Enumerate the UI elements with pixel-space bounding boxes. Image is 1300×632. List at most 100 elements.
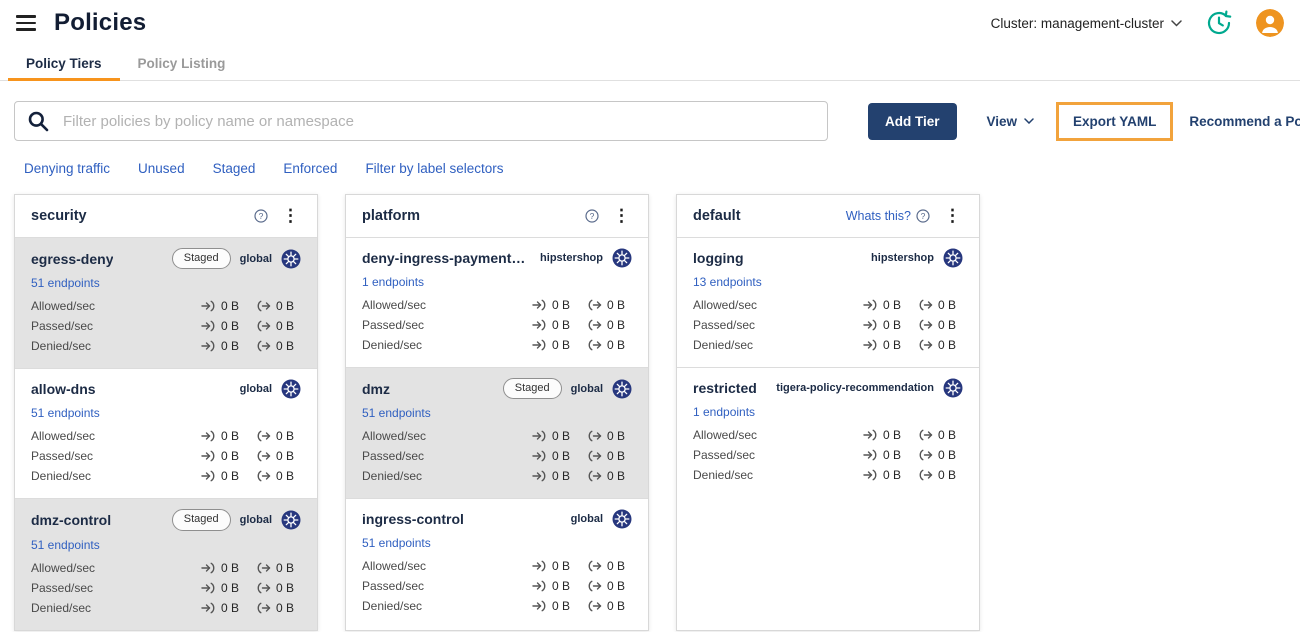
stat-label: Denied/sec (362, 599, 423, 614)
endpoints-link[interactable]: 51 endpoints (31, 276, 100, 290)
policy-scope-label: global (239, 514, 272, 527)
egress-icon (587, 339, 602, 351)
stat-row: Allowed/sec 0 B 0 B (693, 425, 963, 445)
policy-name: deny-ingress-paymentservi... (362, 250, 533, 266)
cluster-label: Cluster: management-cluster (990, 15, 1164, 31)
view-dropdown[interactable]: View (981, 113, 1041, 130)
tier-name: default (693, 207, 741, 224)
stat-label: Denied/sec (362, 469, 423, 484)
svg-text:?: ? (259, 211, 264, 221)
egress-value: 0 B (938, 318, 957, 332)
egress-icon (587, 430, 602, 442)
endpoints-link[interactable]: 51 endpoints (31, 406, 100, 420)
ingress-value: 0 B (883, 298, 902, 312)
filter-filter-by-label-selectors[interactable]: Filter by label selectors (365, 161, 503, 176)
ingress-value: 0 B (221, 600, 240, 615)
kebab-menu-icon[interactable]: ⋮ (611, 207, 632, 224)
menu-icon[interactable] (16, 15, 36, 31)
egress-value: 0 B (607, 599, 626, 614)
export-yaml-button[interactable]: Export YAML (1063, 108, 1166, 135)
egress-value: 0 B (276, 299, 295, 314)
stat-label: Allowed/sec (31, 560, 96, 575)
ingress-icon (532, 299, 547, 311)
filter-unused[interactable]: Unused (138, 161, 185, 176)
policy-card-allow-dns[interactable]: allow-dns global 51 endpoints Allowed/se… (15, 368, 317, 498)
stat-label: Passed/sec (31, 319, 94, 334)
endpoints-link[interactable]: 51 endpoints (31, 538, 100, 552)
policy-name: logging (693, 250, 744, 266)
egress-value: 0 B (607, 559, 626, 574)
endpoints-link[interactable]: 13 endpoints (693, 275, 762, 289)
egress-icon (256, 430, 271, 442)
filter-denying-traffic[interactable]: Denying traffic (24, 161, 110, 176)
history-icon[interactable] (1204, 8, 1234, 38)
ingress-value: 0 B (221, 319, 240, 334)
policy-name: allow-dns (31, 381, 96, 398)
egress-value: 0 B (276, 600, 295, 615)
whats-this-link[interactable]: ? (580, 208, 599, 223)
egress-value: 0 B (938, 298, 957, 312)
avatar[interactable] (1256, 9, 1284, 37)
endpoints-link[interactable]: 51 endpoints (362, 536, 431, 550)
stat-row: Denied/sec 0 B 0 B (362, 596, 632, 616)
endpoints-link[interactable]: 51 endpoints (362, 406, 431, 420)
egress-value: 0 B (276, 469, 295, 484)
ingress-value: 0 B (221, 580, 240, 595)
stat-label: Allowed/sec (362, 298, 427, 312)
ingress-icon (863, 469, 878, 481)
cluster-selector[interactable]: Cluster: management-cluster (991, 16, 1182, 31)
egress-icon (587, 560, 602, 572)
ingress-value: 0 B (221, 469, 240, 484)
stat-row: Denied/sec 0 B 0 B (693, 335, 963, 355)
filter-staged[interactable]: Staged (213, 161, 256, 176)
whats-this-link[interactable]: ? (249, 208, 268, 223)
tier-header: platform ? ⋮ (346, 195, 648, 237)
stat-label: Denied/sec (362, 338, 423, 352)
stat-row: Passed/sec 0 B 0 B (362, 576, 632, 596)
egress-value: 0 B (607, 318, 626, 332)
tier-header: default Whats this? ? ⋮ (677, 195, 979, 237)
tier-name: platform (362, 207, 420, 224)
policy-list: logging hipstershop 13 endpoints Allowed… (677, 237, 979, 497)
egress-icon (256, 562, 271, 574)
policy-name: egress-deny (31, 250, 114, 267)
policy-card-egress-deny[interactable]: egress-deny Staged global 51 endpoints A… (15, 237, 317, 369)
kebab-menu-icon[interactable]: ⋮ (280, 207, 301, 224)
tab-policy-listing[interactable]: Policy Listing (120, 46, 244, 80)
policy-card-ingress-control[interactable]: ingress-control global 51 endpoints Allo… (346, 498, 648, 628)
policy-scope-label: global (239, 383, 272, 396)
tab-policy-tiers[interactable]: Policy Tiers (8, 46, 120, 81)
egress-value: 0 B (276, 429, 295, 444)
add-tier-button[interactable]: Add Tier (868, 102, 957, 140)
egress-icon (587, 600, 602, 612)
policy-name: dmz (362, 380, 390, 397)
whats-this-link[interactable]: Whats this? ? (846, 209, 930, 223)
ingress-value: 0 B (552, 318, 571, 332)
policy-scope-label: hipstershop (540, 252, 603, 264)
policy-card-restricted[interactable]: restricted tigera-policy-recommendation (677, 367, 979, 497)
stat-row: Allowed/sec 0 B 0 B (31, 558, 301, 578)
policy-card-logging[interactable]: logging hipstershop 13 endpoints Allowed… (677, 237, 979, 367)
stat-row: Passed/sec 0 B 0 B (362, 315, 632, 335)
ingress-icon (201, 562, 216, 574)
endpoints-link[interactable]: 1 endpoints (693, 405, 755, 419)
policy-card-dmz[interactable]: dmz Staged global 51 endpoints Allowed/s… (346, 367, 648, 499)
ingress-value: 0 B (552, 579, 571, 594)
policy-card-dmz-control[interactable]: dmz-control Staged global 51 endpoints A… (15, 498, 317, 630)
egress-icon (918, 299, 933, 311)
egress-icon (587, 299, 602, 311)
ingress-icon (532, 470, 547, 482)
endpoints-link[interactable]: 1 endpoints (362, 275, 424, 289)
recommend-policy-button[interactable]: Recommend a Policy (1183, 113, 1300, 130)
ingress-icon (201, 320, 216, 332)
tab-label: Policy Tiers (26, 56, 102, 71)
tier-columns: security ? ⋮ egress-deny Staged global 5… (14, 194, 1286, 631)
staged-badge: Staged (502, 378, 562, 400)
search-input[interactable] (14, 101, 828, 141)
export-yaml-highlight: Export YAML (1056, 101, 1174, 141)
policy-scope-icon (612, 509, 632, 529)
filter-enforced[interactable]: Enforced (283, 161, 337, 176)
egress-icon (587, 319, 602, 331)
kebab-menu-icon[interactable]: ⋮ (942, 207, 963, 224)
policy-card-deny-ingress-paymentservi[interactable]: deny-ingress-paymentservi... hipstershop (346, 237, 648, 367)
